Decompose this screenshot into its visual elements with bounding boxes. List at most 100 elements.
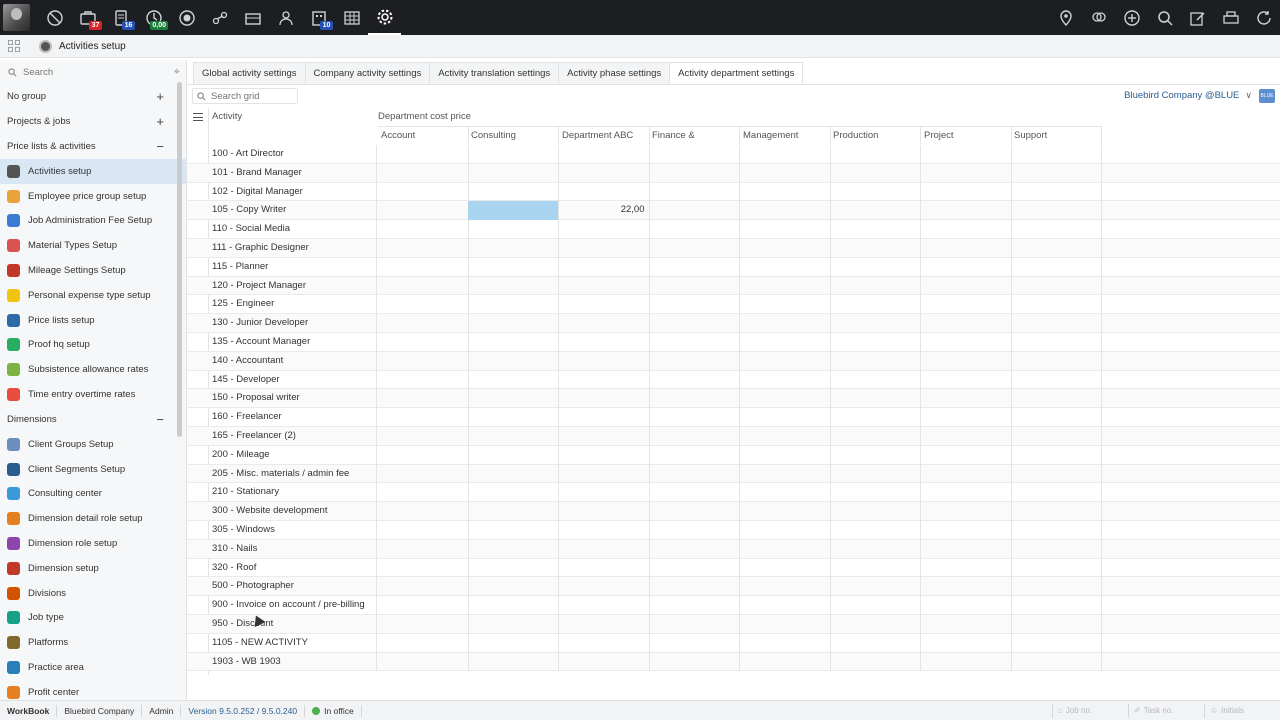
- price-cell[interactable]: [921, 596, 1012, 615]
- price-cell[interactable]: [1011, 295, 1102, 315]
- price-cell[interactable]: [921, 220, 1012, 239]
- price-cell[interactable]: [1011, 652, 1102, 672]
- price-cell[interactable]: [559, 332, 650, 352]
- price-cell[interactable]: [378, 502, 469, 521]
- status-company[interactable]: Bluebird Company: [57, 704, 143, 717]
- price-cell[interactable]: [649, 370, 740, 390]
- activity-cell[interactable]: 150 - Proposal writer: [209, 389, 377, 409]
- refresh-icon[interactable]: [1247, 0, 1280, 35]
- table-row[interactable]: 135 - Account Manager: [187, 332, 1280, 352]
- table-row[interactable]: 150 - Proposal writer: [187, 389, 1280, 409]
- location-icon[interactable]: [1049, 0, 1082, 35]
- table-row[interactable]: 115 - Planner: [187, 257, 1280, 277]
- price-cell[interactable]: [378, 539, 469, 559]
- price-cell[interactable]: [921, 520, 1012, 540]
- price-cell[interactable]: [1011, 389, 1102, 409]
- price-cell[interactable]: [649, 520, 740, 540]
- table-row[interactable]: 100 - Art Director: [187, 145, 1280, 164]
- price-cell[interactable]: [559, 408, 650, 427]
- sidebar-item[interactable]: Practice area: [0, 655, 186, 680]
- price-cell[interactable]: [830, 502, 921, 521]
- table-row[interactable]: 120 - Project Manager: [187, 276, 1280, 296]
- price-cell[interactable]: [378, 145, 469, 164]
- sidebar-item[interactable]: Job type: [0, 606, 186, 631]
- price-cell[interactable]: [559, 182, 650, 202]
- price-cell[interactable]: [921, 389, 1012, 409]
- sidebar-search-input[interactable]: [23, 66, 163, 78]
- initials-field[interactable]: ☺ Initials: [1204, 703, 1280, 718]
- sidebar-item[interactable]: Price lists setup: [0, 308, 186, 333]
- price-cell[interactable]: [740, 257, 831, 277]
- activity-cell[interactable]: 125 - Engineer: [209, 295, 377, 315]
- price-cell[interactable]: [921, 408, 1012, 427]
- activity-cell[interactable]: 210 - Stationary: [209, 483, 377, 503]
- activity-cell[interactable]: 130 - Junior Developer: [209, 314, 377, 333]
- price-cell[interactable]: [740, 276, 831, 296]
- price-cell[interactable]: [830, 483, 921, 503]
- price-cell[interactable]: [378, 201, 469, 221]
- activity-cell[interactable]: 1903 - WB 1903: [209, 652, 377, 672]
- column-header[interactable]: Support: [1011, 126, 1102, 144]
- table-row[interactable]: 900 - Invoice on account / pre-billing: [187, 596, 1280, 615]
- price-cell[interactable]: [468, 652, 559, 672]
- price-cell[interactable]: [559, 426, 650, 446]
- price-cell[interactable]: [830, 220, 921, 239]
- price-cell[interactable]: [830, 408, 921, 427]
- price-cell[interactable]: [378, 257, 469, 277]
- sidebar-group[interactable]: Projects & jobs +: [0, 109, 186, 134]
- price-cell[interactable]: [559, 351, 650, 371]
- price-cell[interactable]: [830, 163, 921, 183]
- price-cell[interactable]: [649, 577, 740, 597]
- activity-cell[interactable]: 101 - Brand Manager: [209, 163, 377, 183]
- price-cell[interactable]: [921, 295, 1012, 315]
- table-row[interactable]: 1903 - WB 1903: [187, 652, 1280, 672]
- price-cell[interactable]: [830, 520, 921, 540]
- activity-cell[interactable]: 110 - Social Media: [209, 220, 377, 239]
- sidebar-item[interactable]: Consulting center: [0, 482, 186, 507]
- price-cell[interactable]: [559, 370, 650, 390]
- table-row[interactable]: 140 - Accountant: [187, 351, 1280, 371]
- price-cell[interactable]: [921, 332, 1012, 352]
- price-cell[interactable]: [378, 464, 469, 484]
- sidebar-item[interactable]: Profit center: [0, 680, 186, 700]
- price-cell[interactable]: [468, 520, 559, 540]
- price-cell[interactable]: [378, 182, 469, 202]
- table-row[interactable]: 200 - Mileage: [187, 445, 1280, 465]
- price-cell[interactable]: [740, 332, 831, 352]
- price-cell[interactable]: [559, 145, 650, 164]
- price-cell[interactable]: [649, 257, 740, 277]
- price-cell[interactable]: [378, 370, 469, 390]
- price-cell[interactable]: [1011, 426, 1102, 446]
- price-cell[interactable]: [830, 182, 921, 202]
- price-cell[interactable]: [921, 464, 1012, 484]
- column-header[interactable]: Account: [378, 126, 469, 144]
- task-number-field[interactable]: ✐ Task no.: [1128, 703, 1204, 718]
- sidebar-item[interactable]: Proof hq setup: [0, 333, 186, 358]
- price-cell[interactable]: [559, 314, 650, 333]
- price-cell[interactable]: [921, 163, 1012, 183]
- price-cell[interactable]: [1011, 408, 1102, 427]
- pin-icon[interactable]: ⌖: [174, 66, 180, 79]
- price-cell[interactable]: [830, 426, 921, 446]
- price-cell[interactable]: [740, 295, 831, 315]
- table-row[interactable]: 110 - Social Media: [187, 220, 1280, 239]
- price-cell[interactable]: [649, 332, 740, 352]
- table-row[interactable]: 130 - Junior Developer: [187, 314, 1280, 333]
- activity-cell[interactable]: 950 - Discount: [209, 614, 377, 634]
- price-cell[interactable]: [1011, 370, 1102, 390]
- price-cell[interactable]: [468, 370, 559, 390]
- price-cell[interactable]: [830, 596, 921, 615]
- tasks-icon[interactable]: 16: [104, 0, 137, 35]
- table-row[interactable]: 125 - Engineer: [187, 295, 1280, 315]
- price-cell[interactable]: [559, 596, 650, 615]
- price-cell[interactable]: [740, 445, 831, 465]
- office-status[interactable]: In office: [305, 704, 362, 717]
- price-cell[interactable]: [921, 558, 1012, 578]
- activity-cell[interactable]: 120 - Project Manager: [209, 276, 377, 296]
- collapse-icon[interactable]: −: [156, 139, 164, 154]
- price-cell[interactable]: [740, 408, 831, 427]
- price-cell[interactable]: [740, 182, 831, 202]
- price-cell[interactable]: [740, 370, 831, 390]
- table-row[interactable]: 300 - Website development: [187, 502, 1280, 521]
- price-cell[interactable]: [378, 238, 469, 258]
